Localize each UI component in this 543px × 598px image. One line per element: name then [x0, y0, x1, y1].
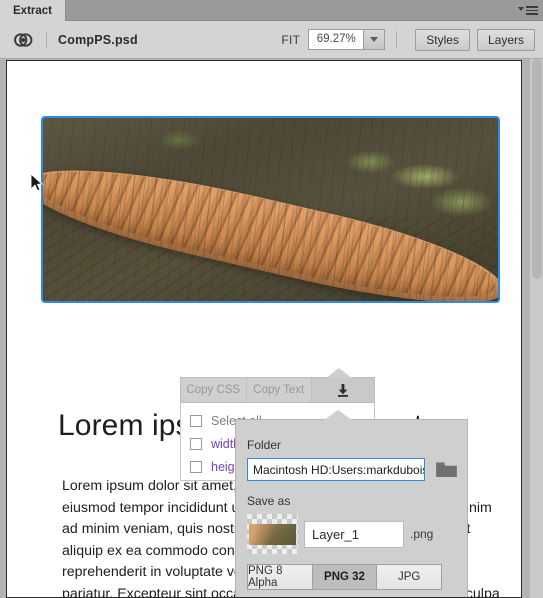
creative-cloud-logo-icon — [11, 28, 35, 52]
copy-css-label: Copy CSS — [186, 384, 241, 396]
format-label: JPG — [397, 571, 421, 583]
layers-button[interactable]: Layers — [476, 28, 535, 51]
zoom-value[interactable]: 69.27% — [309, 30, 364, 49]
format-png8alpha-button[interactable]: PNG 8 Alpha — [248, 565, 313, 589]
format-label: PNG 32 — [324, 571, 365, 583]
format-label: PNG 8 Alpha — [248, 565, 283, 589]
folder-label: Folder — [247, 438, 282, 452]
file-extension-label: .png — [410, 527, 434, 541]
file-name-input[interactable]: Layer_1 — [304, 520, 404, 548]
zoom-control[interactable]: 69.27% — [308, 29, 386, 50]
scrollbar-thumb[interactable] — [532, 59, 542, 279]
toolbar-divider-2 — [396, 31, 398, 48]
extract-popup-toolbar: Copy CSS Copy Text — [180, 377, 375, 403]
folder-row: Macintosh HD:Users:markdubois: — [247, 458, 467, 481]
copy-text-label: Copy Text — [253, 384, 305, 396]
styles-button[interactable]: Styles — [415, 28, 470, 51]
layers-label: Layers — [487, 32, 524, 47]
folder-input[interactable]: Macintosh HD:Users:markdubois: — [247, 458, 425, 481]
popup-caret-icon — [326, 368, 352, 378]
styles-label: Styles — [426, 32, 459, 47]
checkbox-height[interactable] — [190, 460, 202, 473]
tab-extract[interactable]: Extract — [0, 0, 66, 21]
folder-icon[interactable] — [436, 461, 457, 478]
save-as-label: Save as — [247, 494, 291, 508]
extract-panel-window: Extract CompPS.psd FIT 69.27% Styles Lay… — [0, 0, 543, 598]
tab-extract-label: Extract — [13, 4, 52, 17]
arrow-cursor-icon — [30, 173, 43, 192]
save-asset-dialog: Folder Macintosh HD:Users:markdubois: Sa… — [235, 410, 468, 597]
canvas-area: Lorem ipsum dolor sit amet Lorem ipsum d… — [0, 59, 543, 598]
document-toolbar: CompPS.psd FIT 69.27% Styles Layers — [0, 21, 543, 59]
download-button[interactable] — [312, 378, 374, 402]
document-page: Lorem ipsum dolor sit amet Lorem ipsum d… — [6, 60, 522, 598]
checkbox-width[interactable] — [190, 437, 202, 450]
chevron-down-icon — [518, 6, 524, 11]
thumbnail-image — [249, 523, 296, 545]
zoom-dropdown-button[interactable] — [363, 30, 385, 49]
copy-text-button[interactable]: Copy Text — [247, 378, 312, 402]
toolbar-right-group: FIT 69.27% Styles Layers — [281, 28, 543, 51]
document-name: CompPS.psd — [58, 32, 138, 47]
format-toggle-group: PNG 8 Alpha PNG 32 JPG — [247, 564, 442, 590]
photo-grass-overlay — [43, 118, 498, 301]
fit-label: FIT — [281, 32, 301, 47]
chevron-down-icon — [370, 37, 379, 42]
layer-thumbnail — [247, 514, 298, 554]
hamburger-icon — [526, 6, 538, 15]
format-png32-button[interactable]: PNG 32 — [312, 565, 378, 589]
panel-menu-icon[interactable] — [518, 4, 538, 17]
photo-fern-frond — [43, 118, 498, 301]
format-jpg-button[interactable]: JPG — [377, 565, 442, 589]
dialog-caret-icon — [324, 410, 352, 420]
toolbar-divider — [46, 31, 47, 48]
image-selection-marquee[interactable] — [41, 116, 500, 303]
panel-tab-bar: Extract — [0, 0, 543, 21]
copy-css-button[interactable]: Copy CSS — [181, 378, 247, 402]
download-icon — [338, 384, 348, 397]
checkbox-select-all[interactable] — [190, 414, 202, 427]
vertical-scrollbar[interactable] — [529, 59, 543, 598]
file-name-row: Layer_1 .png — [247, 514, 467, 554]
